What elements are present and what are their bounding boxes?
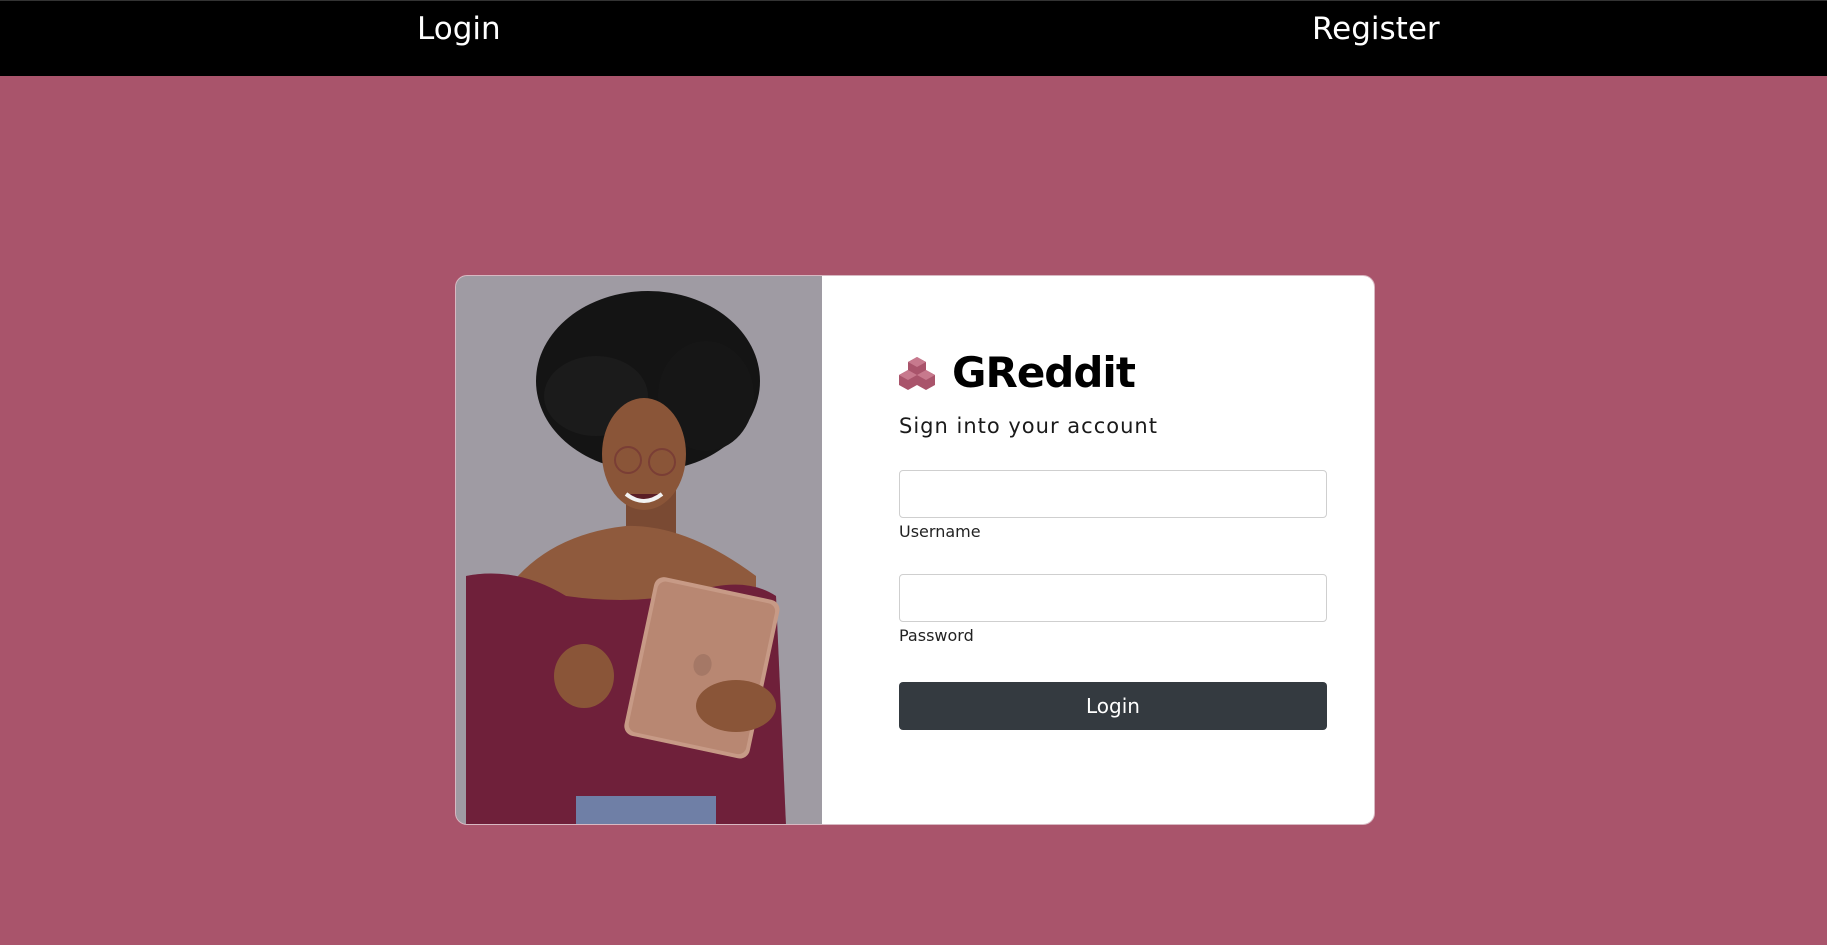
username-label: Username (899, 522, 981, 541)
password-field-group: Password (899, 574, 1327, 645)
login-form-panel: GReddit Sign into your account Username … (822, 276, 1374, 824)
password-input[interactable] (899, 574, 1327, 622)
top-navbar: Login Register (0, 0, 1827, 76)
nav-login-link[interactable]: Login (417, 11, 501, 47)
login-card: GReddit Sign into your account Username … (455, 275, 1375, 825)
brand: GReddit (898, 348, 1136, 397)
form-subtitle: Sign into your account (899, 414, 1158, 438)
nav-register-link[interactable]: Register (1312, 11, 1440, 47)
cubes-icon (899, 356, 935, 390)
login-button[interactable]: Login (899, 682, 1327, 730)
brand-name: GReddit (952, 348, 1136, 397)
login-photo (456, 276, 822, 824)
username-input[interactable] (899, 470, 1327, 518)
username-field-group: Username (899, 470, 1327, 541)
password-label: Password (899, 626, 974, 645)
